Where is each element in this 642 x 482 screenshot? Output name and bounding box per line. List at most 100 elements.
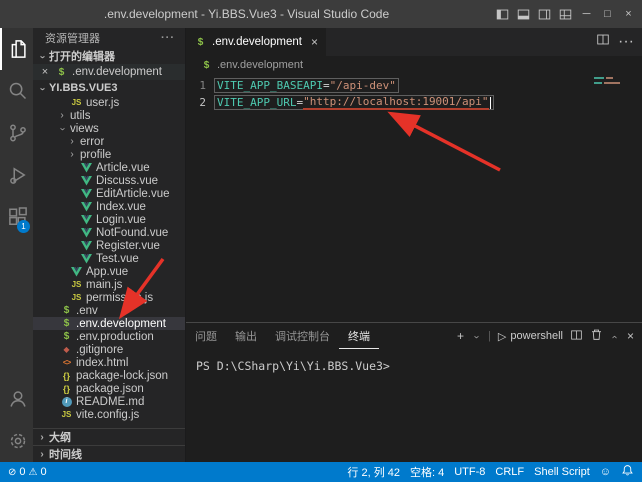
- file-tree: JSuser.js›utils›views›error›profileArtic…: [33, 96, 185, 428]
- terminal-dropdown-icon[interactable]: ›: [471, 332, 482, 342]
- tree-item-package.json[interactable]: {}package.json: [33, 382, 185, 395]
- js-file-icon: JS: [70, 293, 83, 302]
- minimize-button[interactable]: ─: [577, 4, 596, 24]
- tree-item-label: views: [70, 123, 99, 135]
- tree-item-user.js[interactable]: JSuser.js: [33, 96, 185, 109]
- tree-item-Discuss.vue[interactable]: Discuss.vue: [33, 174, 185, 187]
- tree-item-Register.vue[interactable]: Register.vue: [33, 239, 185, 252]
- titlebar-controls: ─ □ ×: [493, 4, 642, 24]
- main-area: 1 资源管理器 ··· › 打开的编辑器 × $ .env.dev: [0, 28, 642, 462]
- editor-tab-bar: $ .env.development × ···: [186, 28, 642, 56]
- notifications-bell-icon[interactable]: [621, 464, 634, 480]
- extensions-icon[interactable]: 1: [0, 196, 33, 238]
- toggle-sidebar-icon[interactable]: [493, 4, 512, 24]
- tree-item-Article.vue[interactable]: Article.vue: [33, 161, 185, 174]
- maximize-panel-icon[interactable]: ›: [609, 332, 620, 342]
- settings-gear-icon[interactable]: [0, 420, 33, 462]
- toggle-secondary-sidebar-icon[interactable]: [535, 4, 554, 24]
- tree-item-permission.js[interactable]: JSpermission.js: [33, 291, 185, 304]
- tree-item-main.js[interactable]: JSmain.js: [33, 278, 185, 291]
- maximize-button[interactable]: □: [598, 4, 617, 24]
- tree-item-error[interactable]: ›error: [33, 135, 185, 148]
- tree-item-utils[interactable]: ›utils: [33, 109, 185, 122]
- breadcrumb[interactable]: $ .env.development: [186, 56, 642, 74]
- tree-item-vite.config.js[interactable]: JSvite.config.js: [33, 408, 185, 421]
- tree-item-views[interactable]: ›views: [33, 122, 185, 135]
- editor[interactable]: 1VITE_APP_BASEAPI="/api-dev"2VITE_APP_UR…: [186, 74, 642, 322]
- run-debug-icon[interactable]: [0, 154, 33, 196]
- md-file-icon: i: [60, 397, 73, 407]
- activity-bar: 1: [0, 28, 33, 462]
- chevron-right-icon: ›: [37, 432, 47, 443]
- panel-tab-问题[interactable]: 问题: [186, 323, 226, 349]
- panel-tab-调试控制台[interactable]: 调试控制台: [266, 323, 339, 349]
- close-panel-icon[interactable]: ×: [627, 329, 634, 343]
- tree-item-Index.vue[interactable]: Index.vue: [33, 200, 185, 213]
- status-cursor-position[interactable]: 行 2, 列 42: [347, 464, 400, 480]
- tree-item-.env.production[interactable]: $.env.production: [33, 330, 185, 343]
- tree-item-Test.vue[interactable]: Test.vue: [33, 252, 185, 265]
- open-editor-item-env-development[interactable]: × $ .env.development: [33, 64, 185, 80]
- tree-item-App.vue[interactable]: App.vue: [33, 265, 185, 278]
- source-control-icon[interactable]: [0, 112, 33, 154]
- toggle-panel-icon[interactable]: [514, 4, 533, 24]
- status-indentation[interactable]: 空格: 4: [410, 464, 444, 480]
- minimap[interactable]: [594, 77, 630, 87]
- tree-item-NotFound.vue[interactable]: NotFound.vue: [33, 226, 185, 239]
- search-icon[interactable]: [0, 70, 33, 112]
- problems-status[interactable]: ⊘ 0 ⚠ 0: [8, 466, 47, 478]
- kill-terminal-trash-icon[interactable]: [590, 328, 603, 344]
- split-terminal-icon[interactable]: [570, 329, 583, 344]
- panel-tab-输出[interactable]: 输出: [226, 323, 266, 349]
- env-file-icon: $: [60, 318, 73, 329]
- tree-item-package-lock.json[interactable]: {}package-lock.json: [33, 369, 185, 382]
- tree-item-label: Index.vue: [96, 201, 146, 213]
- panel-tabs: 问题输出调试控制台终端: [186, 323, 379, 349]
- text-cursor: [490, 97, 491, 109]
- project-section-header[interactable]: › YI.BBS.VUE3: [33, 80, 185, 96]
- powershell-icon: ▷: [498, 330, 506, 343]
- account-icon[interactable]: [0, 378, 33, 420]
- code-line-2[interactable]: 2VITE_APP_URL="http://localhost:19001/ap…: [186, 94, 642, 111]
- new-terminal-icon[interactable]: +: [457, 329, 464, 343]
- status-language-mode[interactable]: Shell Script: [534, 466, 590, 478]
- tree-item-label: user.js: [86, 97, 119, 109]
- shell-selector[interactable]: ▷ powershell: [498, 330, 563, 343]
- more-actions-icon[interactable]: ···: [618, 33, 634, 51]
- customize-layout-icon[interactable]: [556, 4, 575, 24]
- tree-item-Login.vue[interactable]: Login.vue: [33, 213, 185, 226]
- tree-item-README.md[interactable]: iREADME.md: [33, 395, 185, 408]
- status-encoding[interactable]: UTF-8: [454, 466, 485, 478]
- line-text: VITE_APP_URL="http://localhost:19001/api…: [214, 95, 494, 110]
- tree-item-.env.development[interactable]: $.env.development: [33, 317, 185, 330]
- window-title: .env.development - Yi.BBS.Vue3 - Visual …: [0, 7, 493, 21]
- tree-item-profile[interactable]: ›profile: [33, 148, 185, 161]
- terminal-output[interactable]: PS D:\CSharp\Yi\Yi.BBS.Vue3>: [186, 349, 642, 462]
- close-tab-icon[interactable]: ×: [311, 35, 318, 49]
- sidebar-more-actions-icon[interactable]: ···: [161, 32, 175, 44]
- tree-item-.gitignore[interactable]: ◆.gitignore: [33, 343, 185, 356]
- close-button[interactable]: ×: [619, 4, 638, 24]
- split-editor-icon[interactable]: [596, 33, 610, 51]
- open-editors-header[interactable]: › 打开的编辑器: [33, 48, 185, 64]
- status-eol[interactable]: CRLF: [495, 466, 524, 478]
- tree-item-label: Discuss.vue: [96, 175, 158, 187]
- close-editor-icon[interactable]: ×: [39, 66, 51, 78]
- minimap-line: [594, 82, 630, 84]
- vue-file-icon: [70, 267, 83, 277]
- vue-file-icon: [80, 215, 93, 225]
- panel-tab-终端[interactable]: 终端: [339, 323, 379, 349]
- timeline-section[interactable]: › 时间线: [33, 445, 185, 462]
- js-file-icon: JS: [70, 280, 83, 289]
- outline-section[interactable]: › 大纲: [33, 428, 185, 445]
- separator: |: [488, 330, 491, 342]
- tree-item-label: index.html: [76, 357, 128, 369]
- tree-item-.env[interactable]: $.env: [33, 304, 185, 317]
- tree-item-EditArticle.vue[interactable]: EditArticle.vue: [33, 187, 185, 200]
- code-line-1[interactable]: 1VITE_APP_BASEAPI="/api-dev": [186, 77, 642, 94]
- feedback-smiley-icon[interactable]: ☺: [600, 466, 611, 478]
- explorer-icon[interactable]: [0, 28, 33, 70]
- tree-item-index.html[interactable]: <>index.html: [33, 356, 185, 369]
- json-file-icon: {}: [60, 371, 73, 381]
- tab-env-development[interactable]: $ .env.development ×: [186, 28, 327, 56]
